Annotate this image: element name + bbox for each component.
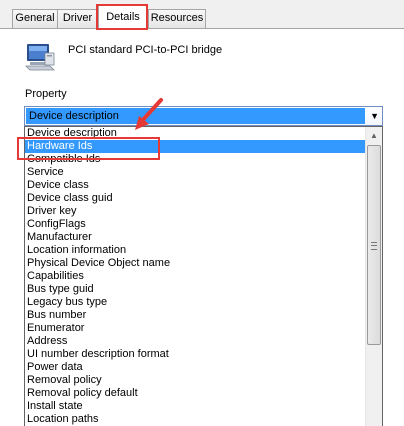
option-list: Device description Hardware Ids Compatible… (25, 127, 366, 426)
scrollbar[interactable]: ▲ (365, 127, 382, 426)
list-item[interactable]: Device class guid (25, 192, 366, 205)
pci-device-icon (24, 40, 56, 72)
scroll-up-icon[interactable]: ▲ (366, 127, 382, 144)
list-item[interactable]: Install state (25, 400, 366, 413)
list-item[interactable]: Power data (25, 361, 366, 374)
list-item[interactable]: Compatible Ids (25, 153, 366, 166)
list-item[interactable]: ConfigFlags (25, 218, 366, 231)
tab-general[interactable]: General (12, 9, 58, 28)
list-item[interactable]: Location paths (25, 413, 366, 426)
list-item[interactable]: Removal policy (25, 374, 366, 387)
scrollbar-thumb[interactable] (367, 145, 381, 345)
tab-resources[interactable]: Resources (148, 9, 206, 28)
list-item[interactable]: Hardware Ids (25, 140, 366, 153)
list-item[interactable]: UI number description format (25, 348, 366, 361)
list-item[interactable]: Physical Device Object name (25, 257, 366, 270)
list-item[interactable]: Bus number (25, 309, 366, 322)
property-dropdown-list: Device description Hardware Ids Compatible… (24, 126, 383, 426)
tab-driver[interactable]: Driver (57, 9, 98, 28)
tab-details[interactable]: Details (98, 5, 148, 29)
property-select[interactable]: Device description ▼ (24, 106, 383, 126)
list-item[interactable]: Removal policy default (25, 387, 366, 400)
list-item[interactable]: Manufacturer (25, 231, 366, 244)
list-item[interactable]: Legacy bus type (25, 296, 366, 309)
chevron-down-icon[interactable]: ▼ (370, 111, 379, 121)
device-name: PCI standard PCI-to-PCI bridge (68, 44, 223, 56)
red-arrow-annotation (135, 98, 163, 130)
list-item[interactable]: Driver key (25, 205, 366, 218)
list-item[interactable]: Bus type guid (25, 283, 366, 296)
list-item[interactable]: Enumerator (25, 322, 366, 335)
list-item[interactable]: Location information (25, 244, 366, 257)
list-item[interactable]: Capabilities (25, 270, 366, 283)
list-item[interactable]: Address (25, 335, 366, 348)
list-item[interactable]: Device class (25, 179, 366, 192)
grip-icon (371, 242, 377, 250)
list-item[interactable]: Device description (25, 127, 366, 140)
list-item[interactable]: Service (25, 166, 366, 179)
property-select-value: Device description (26, 108, 365, 124)
property-label: Property (25, 88, 67, 100)
